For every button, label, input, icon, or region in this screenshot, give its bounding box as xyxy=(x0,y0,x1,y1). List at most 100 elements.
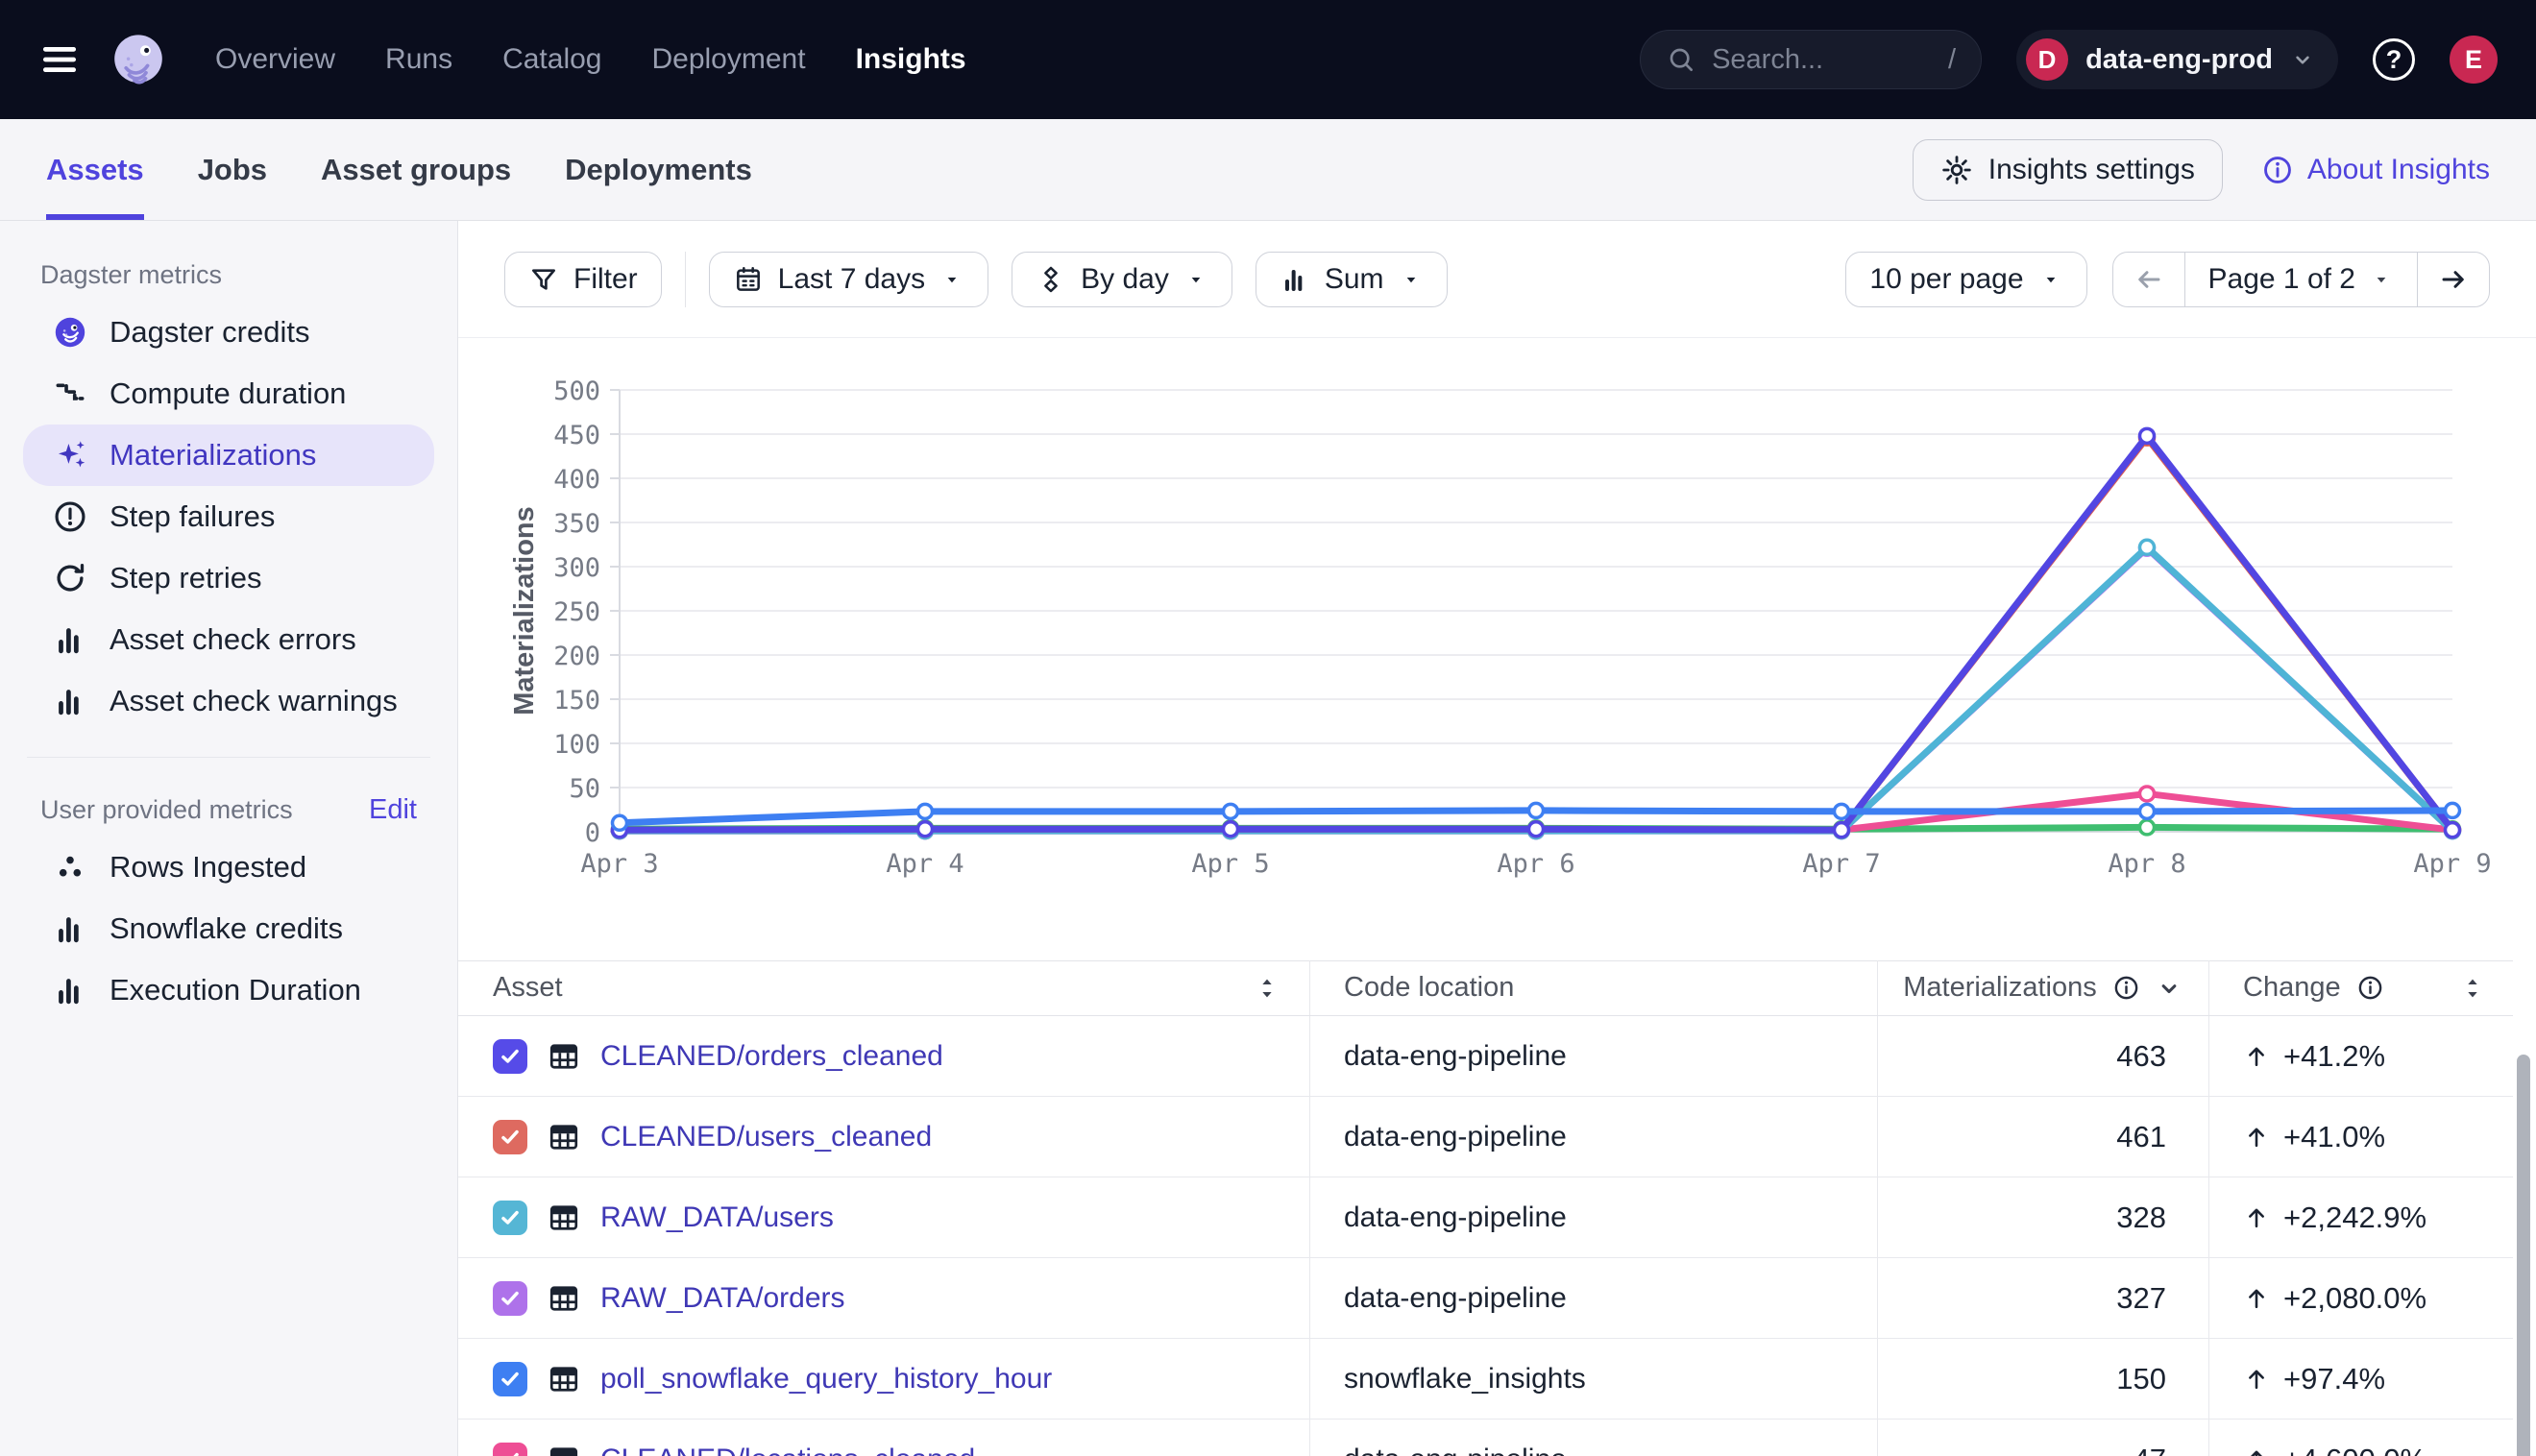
dagster-logo-icon[interactable] xyxy=(108,29,169,90)
chart-point[interactable] xyxy=(2140,804,2155,818)
date-range-dropdown[interactable]: Last 7 days xyxy=(709,252,988,307)
series-checkbox[interactable] xyxy=(493,1120,527,1154)
caret-down-icon xyxy=(2038,267,2063,292)
chart-point[interactable] xyxy=(2140,540,2155,554)
sidebar-item-label: Step failures xyxy=(110,499,275,534)
check-icon xyxy=(498,1447,523,1456)
arrow-up-icon xyxy=(2243,1285,2270,1312)
series-checkbox[interactable] xyxy=(493,1201,527,1235)
org-switcher[interactable]: D data-eng-prod xyxy=(2016,30,2338,89)
chart-point[interactable] xyxy=(918,804,933,818)
check-icon xyxy=(498,1367,523,1392)
chart-point[interactable] xyxy=(613,815,627,830)
sidebar-item-dagster-credits[interactable]: Dagster credits xyxy=(23,302,434,363)
materializations-cell: 150 xyxy=(1877,1362,2208,1396)
series-checkbox[interactable] xyxy=(493,1443,527,1456)
svg-text:Apr 4: Apr 4 xyxy=(886,849,963,879)
sparkles-icon xyxy=(52,437,88,473)
sidebar-item-execution-duration[interactable]: Execution Duration xyxy=(23,959,434,1021)
sidebar-item-compute-duration[interactable]: Compute duration xyxy=(23,363,434,425)
svg-text:500: 500 xyxy=(553,376,600,406)
svg-text:Materializations: Materializations xyxy=(509,506,540,716)
asset-link[interactable]: RAW_DATA/orders xyxy=(600,1282,845,1315)
sort-icon[interactable] xyxy=(1254,975,1280,1002)
caret-down-icon xyxy=(939,267,964,292)
asset-link[interactable]: CLEANED/locations_cleaned xyxy=(600,1444,975,1456)
per-page-dropdown[interactable]: 10 per page xyxy=(1845,252,2086,307)
aggregation-dropdown[interactable]: Sum xyxy=(1256,252,1448,307)
series-checkbox[interactable] xyxy=(493,1362,527,1396)
sidebar-item-asset-check-warnings[interactable]: Asset check warnings xyxy=(23,670,434,732)
materializations-cell: 461 xyxy=(1877,1120,2208,1154)
sidebar-item-label: Asset check warnings xyxy=(110,684,398,718)
nav-item-insights[interactable]: Insights xyxy=(856,43,966,76)
asset-cell: CLEANED/orders_cleaned xyxy=(458,1039,1309,1074)
edit-user-metrics-link[interactable]: Edit xyxy=(369,794,417,826)
sidebar-item-materializations[interactable]: Materializations xyxy=(23,425,434,486)
chart-point[interactable] xyxy=(1224,822,1238,837)
filter-button[interactable]: Filter xyxy=(504,252,662,307)
assets-table: Asset Code location Materializations xyxy=(458,960,2536,1456)
global-search-input[interactable]: Search... / xyxy=(1640,30,1982,89)
help-button[interactable]: ? xyxy=(2373,38,2415,81)
table-row: RAW_DATA/usersdata-eng-pipeline328+2,242… xyxy=(458,1177,2513,1258)
previous-page-button[interactable] xyxy=(2113,253,2184,306)
asset-link[interactable]: RAW_DATA/users xyxy=(600,1201,834,1234)
chevron-down-icon[interactable] xyxy=(2156,975,2182,1002)
sidebar-item-asset-check-errors[interactable]: Asset check errors xyxy=(23,609,434,670)
code-location-cell: snowflake_insights xyxy=(1309,1363,1877,1395)
chart-point[interactable] xyxy=(1835,804,1849,818)
sidebar-item-rows-ingested[interactable]: Rows Ingested xyxy=(23,837,434,898)
chart-point[interactable] xyxy=(2446,823,2460,837)
info-icon[interactable] xyxy=(2112,974,2140,1002)
arrow-up-icon xyxy=(2243,1204,2270,1231)
about-insights-link[interactable]: About Insights xyxy=(2261,154,2490,186)
sidebar-item-label: Dagster credits xyxy=(110,315,309,350)
column-header-code-location[interactable]: Code location xyxy=(1309,972,1877,1004)
info-icon[interactable] xyxy=(2356,974,2384,1002)
dagster-metrics-section-title: Dagster metrics xyxy=(40,260,222,290)
series-checkbox[interactable] xyxy=(493,1281,527,1316)
tab-asset-groups[interactable]: Asset groups xyxy=(321,119,511,220)
nav-item-catalog[interactable]: Catalog xyxy=(502,43,601,76)
scrollbar-thumb[interactable] xyxy=(2517,1055,2530,1456)
page-indicator-dropdown[interactable]: Page 1 of 2 xyxy=(2184,253,2418,306)
insights-settings-button[interactable]: Insights settings xyxy=(1913,139,2223,201)
table-row: RAW_DATA/ordersdata-eng-pipeline327+2,08… xyxy=(458,1258,2513,1339)
sidebar-divider xyxy=(27,757,430,758)
chart-point[interactable] xyxy=(2140,428,2155,443)
sidebar-item-step-failures[interactable]: Step failures xyxy=(23,486,434,547)
column-header-materializations[interactable]: Materializations xyxy=(1877,972,2208,1004)
about-insights-label: About Insights xyxy=(2307,154,2490,186)
series-checkbox[interactable] xyxy=(493,1039,527,1074)
sidebar-item-label: Rows Ingested xyxy=(110,850,306,885)
chart-point[interactable] xyxy=(2140,820,2155,835)
chart-point[interactable] xyxy=(1835,823,1849,837)
svg-text:Apr 5: Apr 5 xyxy=(1191,849,1269,879)
chart-point[interactable] xyxy=(1529,822,1544,837)
column-header-asset[interactable]: Asset xyxy=(458,972,1309,1004)
tab-deployments[interactable]: Deployments xyxy=(565,119,752,220)
asset-link[interactable]: CLEANED/orders_cleaned xyxy=(600,1040,943,1073)
granularity-dropdown[interactable]: By day xyxy=(1012,252,1232,307)
hamburger-menu-icon[interactable] xyxy=(38,38,81,81)
chart-point[interactable] xyxy=(2446,803,2460,817)
sidebar-item-step-retries[interactable]: Step retries xyxy=(23,547,434,609)
column-header-change[interactable]: Change xyxy=(2208,972,2513,1004)
asset-link[interactable]: poll_snowflake_query_history_hour xyxy=(600,1363,1052,1395)
nav-item-deployment[interactable]: Deployment xyxy=(651,43,805,76)
sort-icon[interactable] xyxy=(2459,975,2486,1002)
chart-point[interactable] xyxy=(2140,787,2155,801)
asset-link[interactable]: CLEANED/users_cleaned xyxy=(600,1121,932,1153)
nav-item-runs[interactable]: Runs xyxy=(385,43,452,76)
tab-assets[interactable]: Assets xyxy=(46,119,144,220)
chart-point[interactable] xyxy=(1224,804,1238,818)
user-avatar[interactable]: E xyxy=(2450,36,2498,84)
next-page-button[interactable] xyxy=(2418,253,2489,306)
chart-point[interactable] xyxy=(918,822,933,837)
sidebar-item-snowflake-credits[interactable]: Snowflake credits xyxy=(23,898,434,959)
chart-point[interactable] xyxy=(1529,803,1544,817)
check-icon xyxy=(498,1125,523,1150)
tab-jobs[interactable]: Jobs xyxy=(198,119,267,220)
nav-item-overview[interactable]: Overview xyxy=(215,43,335,76)
